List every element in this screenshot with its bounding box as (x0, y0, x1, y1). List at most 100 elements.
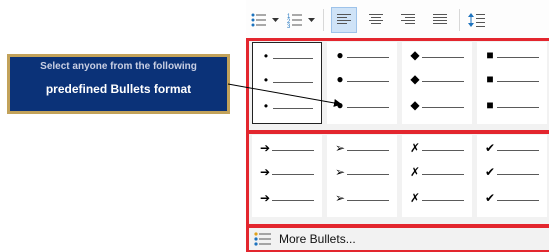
bullet-preview-line: ➢ (327, 165, 397, 179)
text-placeholder-line (347, 174, 389, 175)
text-placeholder-line (273, 58, 313, 59)
bullet-preview-line: ➔ (252, 165, 322, 179)
text-placeholder-line (497, 150, 539, 151)
bullet-glyph: • (263, 73, 269, 87)
bullets-dropdown[interactable] (270, 7, 280, 33)
bullets-button[interactable] (250, 7, 268, 33)
bullet-glyph: ● (336, 98, 344, 112)
more-bullets-button[interactable]: More Bullets... (249, 228, 549, 250)
bullet-option-diamond[interactable]: ◆ ◆ ◆ (402, 42, 472, 124)
bullet-preview-line: ● (327, 48, 397, 62)
bullet-preview-line: • (253, 73, 321, 87)
justify-icon (433, 14, 447, 24)
bullet-glyph: ✗ (409, 141, 421, 155)
bullet-preview-line: ✗ (402, 191, 472, 205)
bullet-preview-line: ➢ (327, 191, 397, 205)
bullet-glyph: ■ (486, 48, 494, 62)
bullet-preview-line: ● (327, 72, 397, 86)
bullet-preview-line: ✔ (477, 165, 547, 179)
bullet-option-check[interactable]: ✔ ✔ ✔ (477, 135, 547, 217)
justify-button[interactable] (427, 7, 453, 33)
bullet-list-icon (251, 13, 266, 27)
bullet-glyph: ✗ (409, 165, 421, 179)
line-spacing-button[interactable] (466, 7, 488, 33)
text-placeholder-line (422, 107, 464, 108)
toolbar-divider (323, 9, 324, 31)
bullet-preview-line: ■ (477, 98, 547, 112)
bullet-glyph: ● (336, 48, 344, 62)
bullet-option-square[interactable]: ■ ■ ■ (477, 42, 547, 124)
numbering-button[interactable]: 1 2 3 (286, 7, 304, 33)
text-placeholder-line (347, 150, 389, 151)
text-placeholder-line (272, 174, 314, 175)
bullet-glyph: ✔ (484, 141, 496, 155)
bullet-preview-line: ◆ (402, 72, 472, 86)
bullet-glyph: ■ (486, 72, 494, 86)
chevron-down-icon (307, 17, 315, 22)
text-placeholder-line (347, 81, 389, 82)
align-center-button[interactable] (363, 7, 389, 33)
text-placeholder-line (272, 150, 314, 151)
bullet-preview-line: ✔ (477, 191, 547, 205)
text-placeholder-line (497, 107, 539, 108)
bullet-option-small-dot[interactable]: • • • (252, 42, 322, 124)
bullet-preview-line: ■ (477, 48, 547, 62)
align-left-button[interactable] (331, 7, 357, 33)
bullet-glyph: ◆ (410, 98, 420, 112)
bullet-glyph: ➢ (334, 141, 346, 155)
bullet-option-cross[interactable]: ✗ ✗ ✗ (402, 135, 472, 217)
bullet-glyph: ➔ (259, 191, 271, 205)
bullet-preview-line: ✗ (402, 141, 472, 155)
text-placeholder-line (422, 57, 464, 58)
bullet-option-large-dot[interactable]: ● ● ● (327, 42, 397, 124)
text-placeholder-line (422, 150, 464, 151)
bullet-preview-line: • (253, 49, 321, 63)
align-right-button[interactable] (395, 7, 421, 33)
bullet-preview-line: ■ (477, 72, 547, 86)
bullet-preview-line: ● (327, 98, 397, 112)
bullet-glyph: ◆ (410, 72, 420, 86)
bullet-option-arrow[interactable]: ➔ ➔ ➔ (252, 135, 322, 217)
text-placeholder-line (347, 57, 389, 58)
bullet-glyph: ✔ (484, 165, 496, 179)
text-placeholder-line (273, 108, 313, 109)
paragraph-toolbar: 1 2 3 (246, 0, 549, 39)
bullet-preview-line: ◆ (402, 98, 472, 112)
callout-line-1: Select anyone from the following (40, 61, 197, 72)
bullet-preview-line: ✗ (402, 165, 472, 179)
bullet-glyph: ➢ (334, 191, 346, 205)
bullet-glyph: • (263, 49, 269, 63)
text-placeholder-line (422, 200, 464, 201)
text-placeholder-line (497, 174, 539, 175)
bullet-glyph: ✗ (409, 191, 421, 205)
bullet-preview-line: ➔ (252, 141, 322, 155)
instruction-callout: Select anyone from the following predefi… (7, 54, 230, 114)
bullet-glyph: ■ (486, 98, 494, 112)
bullet-glyph: ➢ (334, 165, 346, 179)
bullet-glyph: • (263, 99, 269, 113)
more-bullets-label: More Bullets... (279, 232, 356, 246)
bullet-glyph: ➔ (259, 165, 271, 179)
toolbar-divider (459, 9, 460, 31)
text-placeholder-line (497, 200, 539, 201)
bullet-preview-line: ✔ (477, 141, 547, 155)
bullet-glyph: ➔ (259, 141, 271, 155)
numbering-dropdown[interactable] (306, 7, 316, 33)
svg-text:3: 3 (287, 24, 291, 28)
bullet-preview-line: ➔ (252, 191, 322, 205)
align-left-icon (337, 14, 351, 24)
text-placeholder-line (273, 82, 313, 83)
text-placeholder-line (422, 81, 464, 82)
bullet-glyph: ✔ (484, 191, 496, 205)
text-placeholder-line (347, 200, 389, 201)
text-placeholder-line (497, 81, 539, 82)
chevron-down-icon (271, 17, 279, 22)
callout-line-2: predefined Bullets format (45, 82, 192, 96)
bullet-list-icon (254, 232, 271, 246)
numbered-list-icon: 1 2 3 (287, 14, 302, 28)
bullet-option-arrowhead[interactable]: ➢ ➢ ➢ (327, 135, 397, 217)
bullet-glyph: ◆ (410, 48, 420, 62)
text-placeholder-line (272, 200, 314, 201)
text-placeholder-line (422, 174, 464, 175)
text-placeholder-line (347, 107, 389, 108)
